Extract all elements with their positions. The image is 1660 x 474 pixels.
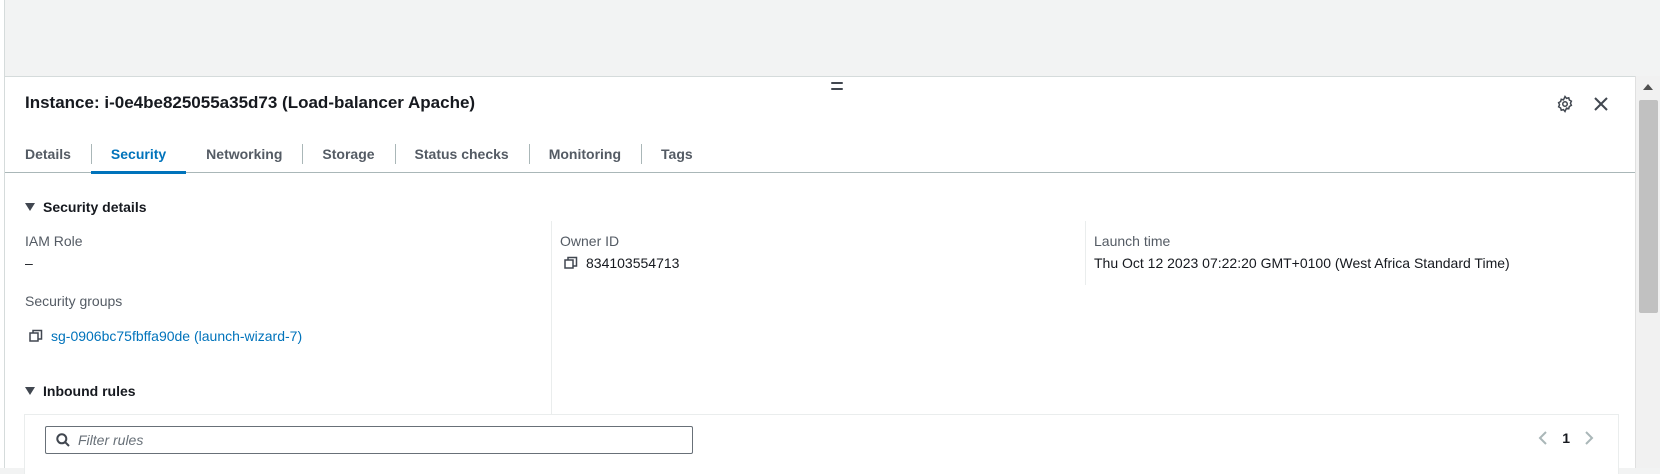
tab-security[interactable]: Security bbox=[90, 135, 187, 174]
owner-id-row: 834103554713 bbox=[564, 255, 679, 271]
inbound-rules-heading: Inbound rules bbox=[43, 383, 136, 399]
security-details-heading: Security details bbox=[43, 199, 147, 215]
close-icon[interactable] bbox=[1591, 94, 1611, 114]
security-details-toggle[interactable]: Security details bbox=[25, 199, 147, 215]
security-group-row: sg-0906bc75fbffa90de (launch-wizard-7) bbox=[29, 328, 302, 344]
caret-down-icon bbox=[25, 203, 35, 211]
security-groups-label: Security groups bbox=[25, 293, 123, 309]
vertical-scrollbar[interactable] bbox=[1635, 76, 1660, 468]
tab-networking[interactable]: Networking bbox=[186, 135, 302, 173]
launch-time-label: Launch time bbox=[1094, 233, 1171, 249]
inbound-rules-table: 1 bbox=[24, 414, 1619, 474]
chevron-right-icon[interactable] bbox=[1584, 431, 1594, 445]
owner-id-label: Owner ID bbox=[560, 233, 620, 249]
resize-handle[interactable] bbox=[831, 82, 843, 90]
inbound-rules-toggle[interactable]: Inbound rules bbox=[25, 383, 136, 399]
scroll-up-arrow-icon[interactable] bbox=[1642, 80, 1654, 92]
security-group-link[interactable]: sg-0906bc75fbffa90de (launch-wizard-7) bbox=[51, 328, 302, 344]
tab-monitoring[interactable]: Monitoring bbox=[528, 135, 641, 173]
filter-rules-input[interactable] bbox=[78, 432, 678, 448]
launch-time-value: Thu Oct 12 2023 07:22:20 GMT+0100 (West … bbox=[1094, 255, 1510, 271]
tab-storage[interactable]: Storage bbox=[302, 135, 394, 173]
chevron-left-icon[interactable] bbox=[1538, 431, 1548, 445]
console-background bbox=[0, 0, 1660, 76]
search-icon bbox=[56, 433, 70, 447]
column-divider bbox=[551, 221, 552, 445]
iam-role-label: IAM Role bbox=[25, 233, 83, 249]
filter-rules-field[interactable] bbox=[45, 426, 693, 454]
iam-role-value: – bbox=[25, 255, 33, 271]
gear-icon[interactable] bbox=[1555, 94, 1575, 114]
caret-down-icon bbox=[25, 387, 35, 395]
copy-icon[interactable] bbox=[564, 256, 578, 270]
tab-tags[interactable]: Tags bbox=[641, 135, 713, 173]
scrollbar-thumb[interactable] bbox=[1639, 100, 1658, 313]
owner-id-value: 834103554713 bbox=[586, 255, 680, 271]
tab-status-checks[interactable]: Status checks bbox=[394, 135, 529, 173]
instance-details-panel: Instance: i-0e4be825055a35d73 (Load-bala… bbox=[5, 76, 1635, 474]
page-number[interactable]: 1 bbox=[1562, 430, 1570, 446]
pagination: 1 bbox=[1538, 430, 1594, 446]
tab-list: Details Security Networking Storage Stat… bbox=[5, 135, 1635, 174]
column-divider bbox=[1085, 221, 1086, 285]
copy-icon[interactable] bbox=[29, 329, 43, 343]
panel-title: Instance: i-0e4be825055a35d73 (Load-bala… bbox=[25, 93, 476, 112]
tab-details[interactable]: Details bbox=[5, 135, 91, 173]
